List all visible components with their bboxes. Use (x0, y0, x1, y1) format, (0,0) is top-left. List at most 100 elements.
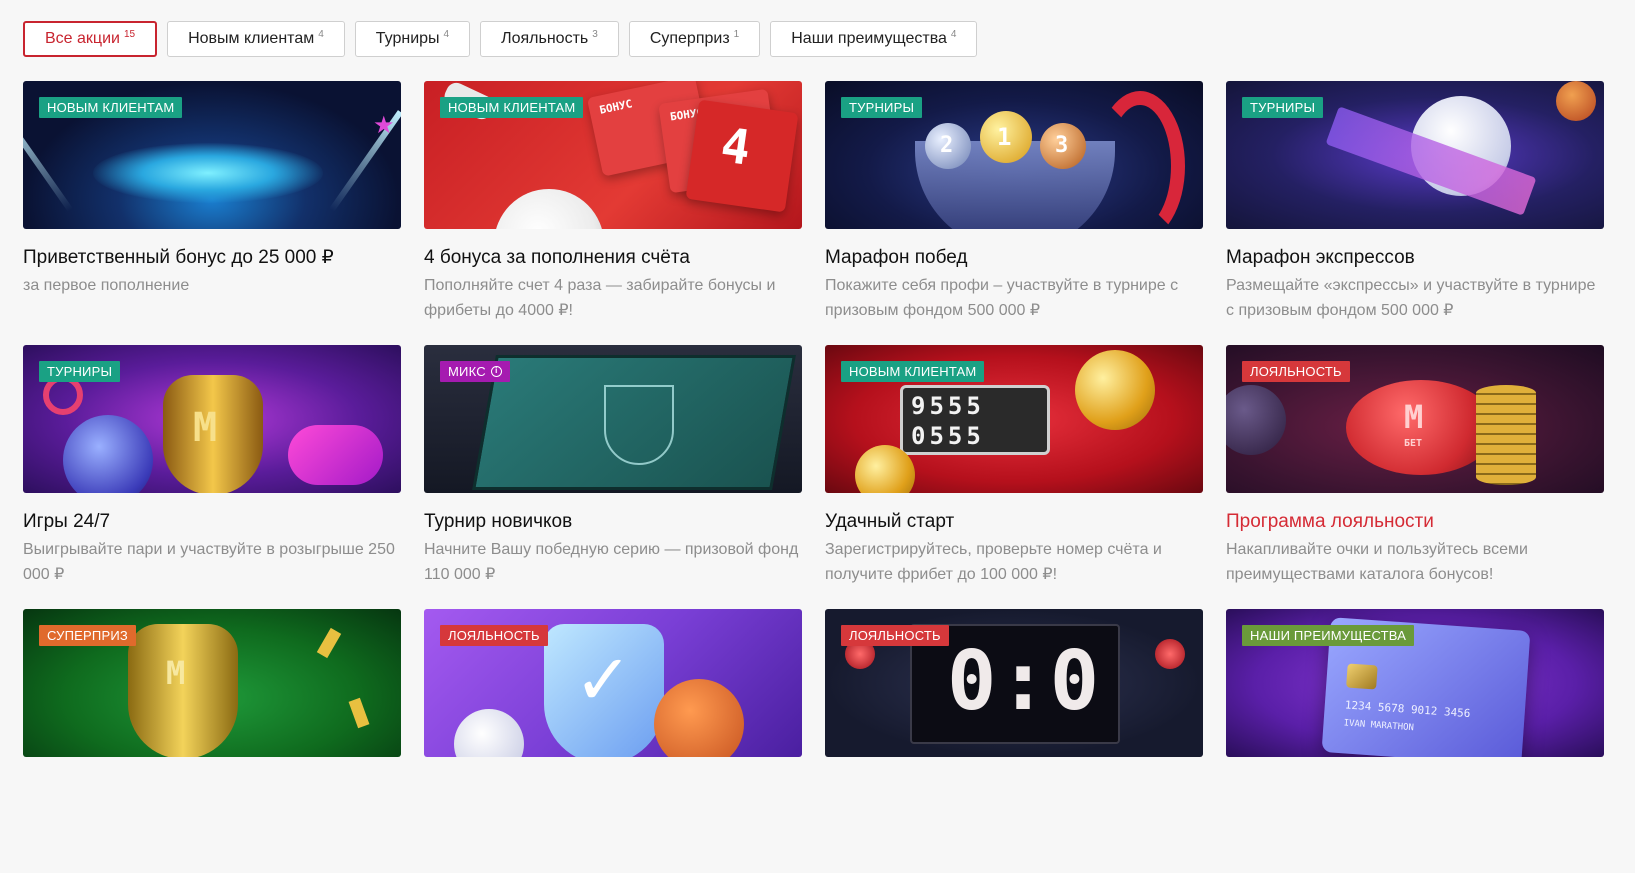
bronze-medal-image: 3 (1040, 123, 1086, 169)
promo-card-welcome-bonus[interactable]: ★ НОВЫМ КЛИЕНТАМ Приветственный бонус до… (23, 81, 401, 345)
checkmark-icon: ✓ (574, 641, 633, 719)
tab-loyalty[interactable]: Лояльность 3 (480, 21, 619, 57)
promo-banner[interactable]: M ТУРНИРЫ (23, 345, 401, 493)
ribbon-image (1095, 91, 1185, 229)
promo-card-games-24-7[interactable]: M ТУРНИРЫ Игры 24/7 Выигрывайте пари и у… (23, 345, 401, 609)
tab-count: 15 (123, 28, 136, 40)
slot-digits: 0555 (911, 422, 985, 450)
stadium-image (93, 143, 323, 203)
promo-card-scoreboard[interactable]: 0:0 ЛОЯЛЬНОСТЬ (825, 609, 1203, 873)
promo-banner[interactable]: M БЕТ ЛОЯЛЬНОСТЬ (1226, 345, 1604, 493)
promo-card-our-advantages[interactable]: 1234 5678 9012 3456 IVAN MARATHON НАШИ П… (1226, 609, 1604, 873)
slot-digits: 9555 (911, 392, 985, 420)
promo-description: Зарегистрируйтесь, проверьте номер счёта… (825, 541, 1162, 583)
promo-banner[interactable]: 0:0 ЛОЯЛЬНОСТЬ (825, 609, 1203, 757)
badge-label: ТУРНИРЫ (1250, 100, 1316, 115)
promo-banner[interactable]: БОНУС БОНУС 4 НОВЫМ КЛИЕНТАМ (424, 81, 802, 229)
promo-banner[interactable]: ТУРНИРЫ (1226, 81, 1604, 229)
promo-card-lucky-start[interactable]: 9555 0555 НОВЫМ КЛИЕНТАМ Удачный старт З… (825, 345, 1203, 609)
promo-card-wins-marathon[interactable]: 2 1 3 ТУРНИРЫ Марафон побед Покажите себ… (825, 81, 1203, 345)
promo-title[interactable]: Приветственный бонус до 25 000 ₽ (23, 247, 401, 269)
tab-superprize[interactable]: Суперприз 1 (628, 21, 761, 57)
confetti-image (348, 697, 370, 729)
promo-title[interactable]: Игры 24/7 (23, 511, 401, 533)
badge-label: МИКС (448, 364, 486, 379)
tab-label: Суперприз (649, 30, 730, 47)
promo-title[interactable]: Марафон экспрессов (1226, 247, 1604, 269)
trophy-drawing-image (604, 385, 674, 465)
tab-tournaments[interactable]: Турниры 4 (354, 21, 471, 57)
promo-banner[interactable]: 1234 5678 9012 3456 IVAN MARATHON НАШИ П… (1226, 609, 1604, 757)
promo-title[interactable]: Турнир новичков (424, 511, 802, 533)
badge-label: НАШИ ПРЕИМУЩЕСТВА (1250, 628, 1407, 643)
tab-count: 1 (733, 28, 740, 40)
slot-machine-image: 9555 0555 (900, 385, 1050, 455)
promo-banner[interactable]: ✓ ЛОЯЛЬНОСТЬ (424, 609, 802, 757)
info-icon[interactable]: i (490, 366, 502, 377)
promo-card-four-bonuses[interactable]: БОНУС БОНУС 4 НОВЫМ КЛИЕНТАМ 4 бонуса за… (424, 81, 802, 345)
basketball-image (1556, 81, 1596, 121)
badge-label: ТУРНИРЫ (47, 364, 113, 379)
category-badge: ЛОЯЛЬНОСТЬ (1242, 361, 1350, 382)
promo-description: за первое пополнение (23, 277, 190, 294)
soccer-ball-image (494, 189, 604, 229)
badge-label: НОВЫМ КЛИЕНТАМ (47, 100, 175, 115)
tab-label: Наши преимущества (791, 30, 947, 47)
tab-new-clients[interactable]: Новым клиентам 4 (167, 21, 345, 57)
promo-title[interactable]: Удачный старт (825, 511, 1203, 533)
category-badge: НАШИ ПРЕИМУЩЕСТВА (1242, 625, 1415, 646)
silver-medal-image: 2 (925, 123, 971, 169)
promo-card-express-marathon[interactable]: ТУРНИРЫ Марафон экспрессов Размещайте «э… (1226, 81, 1604, 345)
tab-our-advantages[interactable]: Наши преимущества 4 (770, 21, 978, 57)
tab-label: Лояльность (501, 30, 589, 47)
promo-banner[interactable]: M СУПЕРПРИЗ (23, 609, 401, 757)
promo-banner[interactable]: 9555 0555 НОВЫМ КЛИЕНТАМ (825, 345, 1203, 493)
tab-label: Турниры (375, 30, 440, 47)
promo-description: Покажите себя профи – участвуйте в турни… (825, 277, 1179, 319)
promo-card-loyalty-program[interactable]: M БЕТ ЛОЯЛЬНОСТЬ Программа лояльности На… (1226, 345, 1604, 609)
basketball-image (654, 679, 744, 757)
badge-label: НОВЫМ КЛИЕНТАМ (448, 100, 576, 115)
badge-label: НОВЫМ КЛИЕНТАМ (849, 364, 977, 379)
promo-description: Пополняйте счет 4 раза — забирайте бонус… (424, 277, 776, 319)
category-badge: ТУРНИРЫ (1242, 97, 1324, 118)
gold-coin-image (1075, 350, 1155, 430)
trophy-letter: M (193, 405, 218, 451)
promo-card-superprize[interactable]: M СУПЕРПРИЗ (23, 609, 401, 873)
tab-count: 4 (318, 28, 324, 40)
badge-label: ЛОЯЛЬНОСТЬ (448, 628, 540, 643)
tab-all-promotions[interactable]: Все акции 15 (23, 21, 158, 57)
medal-number: 2 (940, 133, 954, 158)
bonus-text: БОНУС (598, 97, 634, 117)
light-beam-left (23, 110, 73, 212)
promo-banner[interactable]: МИКС i (424, 345, 802, 493)
promo-title[interactable]: Программа лояльности (1226, 511, 1604, 533)
medal-number: 1 (997, 123, 1012, 151)
badge-label: ТУРНИРЫ (849, 100, 915, 115)
promo-card-loyalty-shield[interactable]: ✓ ЛОЯЛЬНОСТЬ (424, 609, 802, 873)
gold-medal-image: 1 (980, 111, 1032, 163)
badge-label: ЛОЯЛЬНОСТЬ (849, 628, 941, 643)
trophy-cup-image: M (128, 624, 238, 757)
trophy-cup-image: M (163, 375, 263, 493)
gamepad-image (288, 425, 383, 485)
category-tabs: Все акции 15 Новым клиентам 4 Турниры 4 Лоя… (23, 21, 978, 57)
promo-title[interactable]: Марафон побед (825, 247, 1203, 269)
soccer-ball-image (63, 415, 153, 493)
promo-title[interactable]: 4 бонуса за пополнения счёта (424, 247, 802, 269)
category-badge: ЛОЯЛЬНОСТЬ (440, 625, 548, 646)
tab-count: 3 (592, 28, 598, 40)
tab-count: 4 (950, 28, 957, 40)
medal-number: 3 (1055, 133, 1069, 158)
tab-label: Все акции (45, 30, 120, 47)
promo-banner[interactable]: ★ НОВЫМ КЛИЕНТАМ (23, 81, 401, 229)
promo-card-newbie-tournament[interactable]: МИКС i Турнир новичков Начните Вашу побед… (424, 345, 802, 609)
promo-description: Размещайте «экспрессы» и участвуйте в ту… (1226, 277, 1596, 319)
star-icon: ★ (373, 112, 395, 139)
promo-description: Накапливайте очки и пользуйтесь всеми пр… (1226, 541, 1528, 583)
category-badge: МИКС i (440, 361, 510, 382)
category-badge: НОВЫМ КЛИЕНТАМ (39, 97, 183, 118)
promo-banner[interactable]: 2 1 3 ТУРНИРЫ (825, 81, 1203, 229)
bonus-card-image: 4 (685, 99, 799, 213)
piggy-bank-image: M БЕТ (1346, 380, 1496, 475)
